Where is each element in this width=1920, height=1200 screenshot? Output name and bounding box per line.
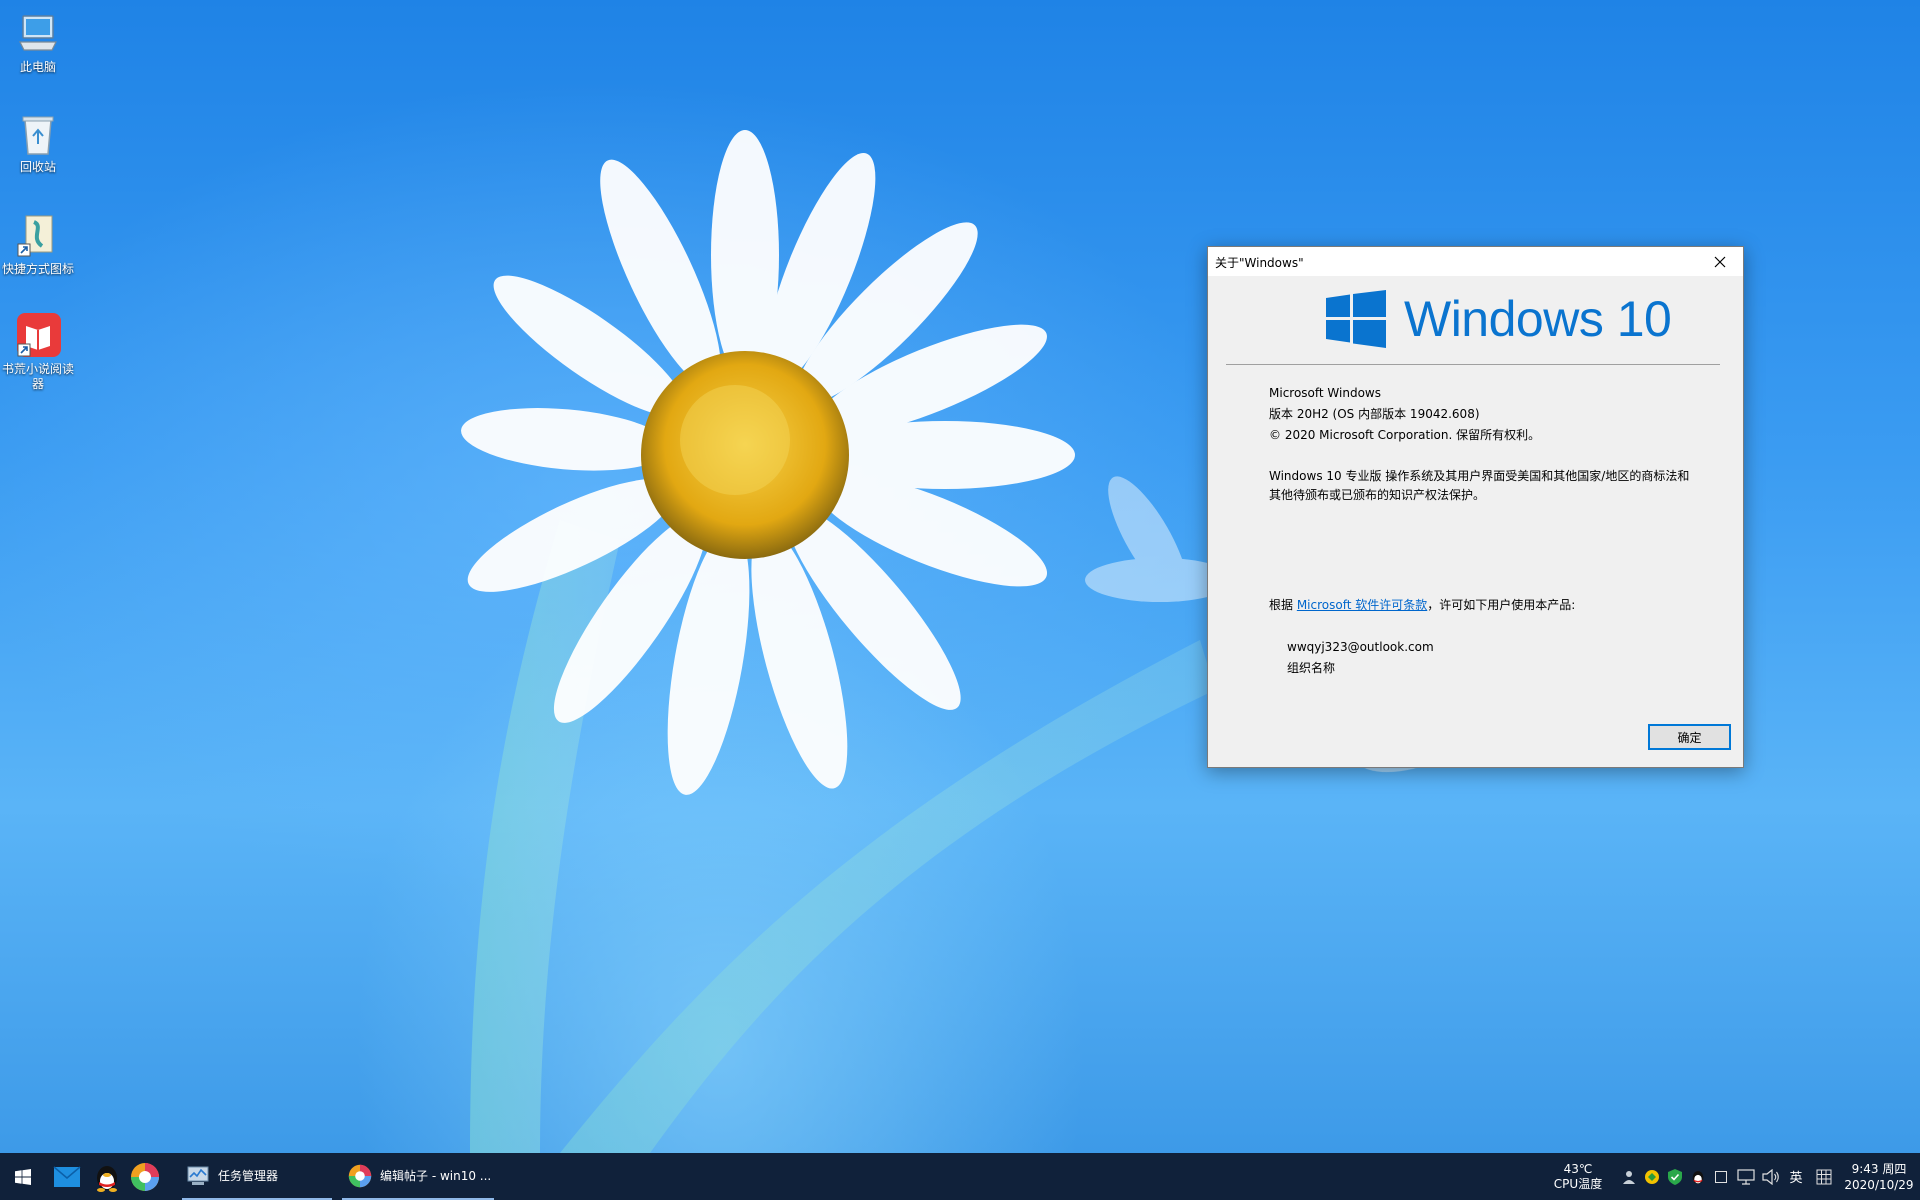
window-icon	[1715, 1170, 1727, 1183]
taskbar-clock[interactable]: 9:43 周四 2020/10/29	[1838, 1153, 1920, 1200]
registered-user: wwqyj323@outlook.com	[1287, 640, 1434, 654]
browser-icon	[131, 1162, 159, 1191]
tray-network[interactable]	[1734, 1153, 1758, 1200]
desktop-icon-label: 回收站	[19, 160, 56, 174]
license-suffix: ，许可如下用户使用本产品:	[1427, 598, 1576, 612]
divider	[1226, 364, 1720, 365]
dialog-title-bar[interactable]: 关于"Windows"	[1208, 247, 1743, 276]
windows-start-icon	[15, 1168, 31, 1185]
copyright-text: © 2020 Microsoft Corporation. 保留所有权利。	[1269, 428, 1541, 442]
desktop-icon-label: 快捷方式图标	[1, 262, 74, 276]
computer-icon	[14, 10, 62, 58]
start-button[interactable]	[0, 1153, 46, 1200]
taskbar-pinned-browser[interactable]	[126, 1153, 164, 1200]
desktop: 此电脑 回收站 快捷方式图标 书荒小说阅读器 关于"Windows" Windo…	[0, 0, 1920, 1153]
dialog-title: 关于"Windows"	[1215, 256, 1304, 270]
recycle-bin-icon	[14, 110, 62, 158]
desktop-icon-this-pc[interactable]: 此电脑	[0, 10, 76, 75]
tray-qq[interactable]	[1687, 1153, 1709, 1200]
taskbar-pinned-qq[interactable]	[88, 1153, 126, 1200]
tray-volume[interactable]	[1759, 1153, 1783, 1200]
desktop-icon-recycle-bin[interactable]: 回收站	[0, 110, 76, 175]
user-group-icon	[1623, 1170, 1635, 1184]
desktop-icon-shortcut[interactable]: 快捷方式图标	[0, 212, 76, 277]
speaker-icon	[1762, 1168, 1779, 1185]
close-icon	[1714, 256, 1726, 267]
task-manager-icon	[187, 1166, 209, 1185]
tray-defender[interactable]	[1664, 1153, 1686, 1200]
tray-input-method[interactable]: 英	[1784, 1153, 1808, 1200]
shortcut-icon	[14, 212, 62, 260]
network-icon	[1737, 1168, 1755, 1185]
about-windows-dialog: 关于"Windows" Windows 10 Microsoft Windows…	[1207, 246, 1744, 768]
cpu-temperature-value: 43℃	[1563, 1161, 1593, 1176]
qq-penguin-icon	[97, 1165, 117, 1192]
taskbar-pinned-mail[interactable]	[48, 1153, 86, 1200]
tray-notification-box[interactable]	[1710, 1153, 1732, 1200]
ok-button[interactable]: 确定	[1648, 724, 1731, 750]
book-reader-icon	[14, 312, 62, 360]
cpu-temperature-label: CPU温度	[1553, 1176, 1603, 1191]
taskbar-app-label: 任务管理器	[218, 1169, 279, 1183]
license-prefix: 根据	[1269, 598, 1297, 612]
registered-organization: 组织名称	[1287, 661, 1336, 675]
license-terms-link[interactable]: Microsoft 软件许可条款	[1297, 598, 1427, 612]
taskbar-app-task-manager[interactable]: 任务管理器	[182, 1153, 332, 1200]
tray-security-app[interactable]	[1641, 1153, 1663, 1200]
desktop-icon-label: 书荒小说阅读器	[1, 362, 74, 391]
version-info: 版本 20H2 (OS 内部版本 19042.608)	[1269, 407, 1480, 421]
taskbar-app-browser-window[interactable]: 编辑帖子 - win10 ...	[342, 1153, 494, 1200]
legal-text-line-1: Windows 10 专业版 操作系统及其用户界面受美国和其他国家/地区的商标法…	[1269, 469, 1690, 483]
clock-date: 2020/10/29	[1844, 1177, 1914, 1192]
desktop-icon-label: 此电脑	[19, 60, 56, 74]
tray-keyboard[interactable]	[1812, 1153, 1836, 1200]
taskbar: 任务管理器 编辑帖子 - win10 ... 43℃ CPU温度 英 9:43 …	[0, 1153, 1920, 1200]
shield-icon	[1668, 1168, 1682, 1185]
clock-time: 9:43 周四	[1851, 1161, 1907, 1176]
qq-penguin-icon	[1692, 1170, 1704, 1184]
product-name: Microsoft Windows	[1269, 386, 1381, 400]
keyboard-icon	[1816, 1169, 1832, 1184]
security-app-icon	[1645, 1169, 1659, 1184]
legal-text-line-2: 其他待颁布或已颁布的知识产权法保护。	[1269, 488, 1486, 502]
tray-user-icon[interactable]	[1618, 1153, 1640, 1200]
license-statement: 根据 Microsoft 软件许可条款，许可如下用户使用本产品:	[1269, 595, 1575, 616]
windows-10-wordmark: Windows 10	[1404, 291, 1672, 347]
close-button[interactable]	[1697, 247, 1743, 276]
taskbar-app-label: 编辑帖子 - win10 ...	[380, 1169, 492, 1183]
cpu-temperature-widget[interactable]: 43℃ CPU温度	[1545, 1153, 1611, 1200]
windows-flag-icon	[1326, 290, 1386, 348]
mail-icon	[53, 1165, 81, 1187]
browser-icon	[348, 1164, 372, 1187]
desktop-icon-book-reader[interactable]: 书荒小说阅读器	[0, 312, 76, 392]
